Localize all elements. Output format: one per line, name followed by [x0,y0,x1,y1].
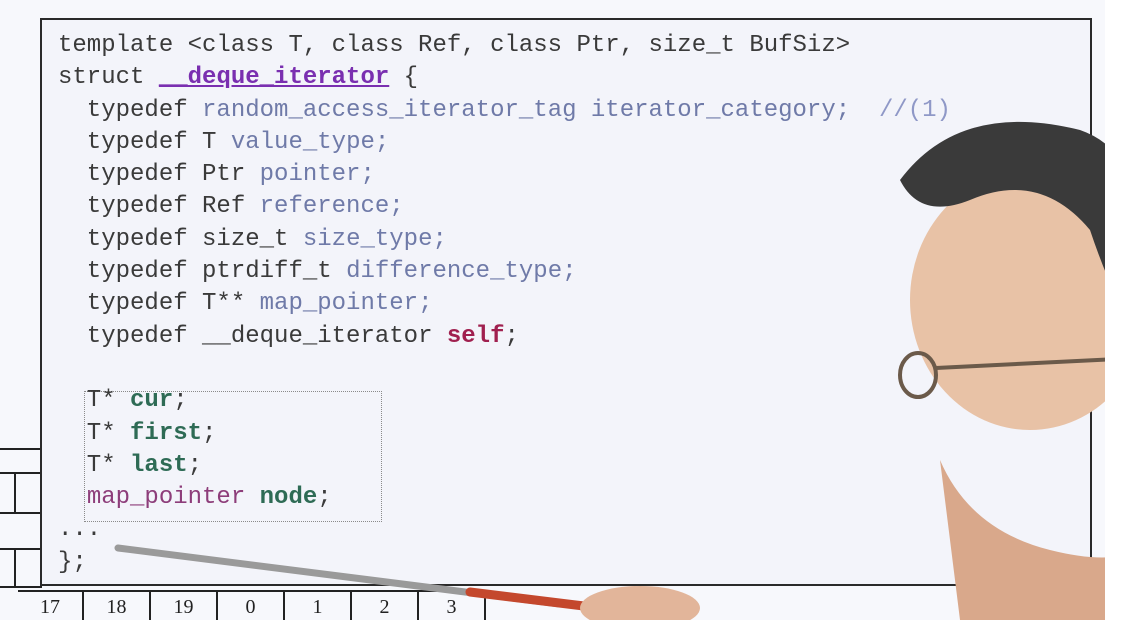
code-text: map_pointer [86,484,246,512]
code-line: T* last; [58,450,951,482]
member-field: first [130,419,203,447]
code-text: _ [706,32,721,59]
member-field: node [259,484,318,512]
code-text: ; [504,322,519,350]
pointer-handle [465,587,605,613]
index-cell: 2 [352,592,419,620]
typedef-keyword: typedef [58,161,203,189]
grid-line [14,472,16,512]
code-text: Ptr [202,161,260,189]
index-cell: 17 [18,592,84,620]
code-line: ... [58,514,951,546]
code-text: random_access_iterator_tag iterator_cate… [202,96,851,124]
hand-shape [580,586,700,620]
code-line: T* cur; [58,385,951,417]
code-text: ; [317,484,332,512]
typedef-keyword: typedef [58,193,203,221]
typedef-keyword: typedef [58,128,203,156]
video-frame: template <class T, class Ref, class Ptr,… [0,0,1138,620]
code-line: typedef ptrdiff_t difference_type; [58,256,951,288]
code-text: }; [58,548,87,576]
code-text: template <class T, class Ref, class Ptr,… [58,32,707,59]
code-line: map_pointer node; [58,482,951,514]
member-field: cur [130,387,174,415]
index-cell: 19 [151,592,218,620]
code-line: typedef T value_type; [58,127,951,159]
left-grid-fragment [0,448,42,590]
code-line: }; [58,547,951,579]
code-text: difference_type; [346,258,577,286]
code-text: map_pointer; [259,290,433,318]
code-text: Ref [202,193,260,221]
typedef-keyword: typedef [58,96,203,124]
code-text: value_type; [230,128,390,156]
buffer-index-strip: 17 18 19 0 1 2 3 [18,590,486,620]
code-text: T** [202,290,260,318]
code-text: { [389,64,419,92]
code-text: t BufSiz> [720,32,851,59]
frame-edge [1105,0,1138,620]
struct-name: __deque_iterator [158,64,390,92]
typedef-keyword: typedef [58,258,203,286]
code-listing: template <class T, class Ref, class Ptr,… [58,30,951,579]
code-text: T* [58,419,131,447]
code-line: typedef random_access_iterator_tag itera… [58,95,951,127]
grid-line [0,472,42,474]
self-keyword: self [446,322,505,350]
index-cell: 1 [285,592,352,620]
code-line: typedef size_t size_type; [58,224,951,256]
member-field: last [130,451,188,479]
code-line: T* first; [58,418,951,450]
code-text: ; [173,387,188,415]
code-text: size_type; [302,225,447,253]
code-text: __deque_iterator [202,322,447,350]
index-cell: 18 [84,592,151,620]
index-cell: 3 [419,592,486,620]
code-line: template <class T, class Ref, class Ptr,… [58,30,951,62]
code-text: reference; [259,193,404,221]
grid-line [0,548,42,550]
code-text: T* [58,451,131,479]
code-line: typedef __deque_iterator self; [58,321,951,353]
code-text: T [202,128,231,156]
typedef-keyword: typedef [58,322,203,350]
typedef-keyword: typedef [58,225,203,253]
code-text: pointer; [259,161,375,189]
grid-line [0,512,42,514]
presenter-illustration [898,121,1138,620]
typedef-keyword: typedef [58,290,203,318]
code-text: size_t [202,225,303,253]
code-text: struct [58,64,159,92]
grid-line [14,548,16,588]
grid-line [0,586,42,588]
code-text: ... [58,516,102,544]
code-text: ; [187,451,203,479]
code-line: typedef T** map_pointer; [58,288,951,320]
code-line: typedef Ptr pointer; [58,159,951,191]
code-text: ; [202,419,217,447]
code-text: ptrdiff_t [202,258,347,286]
code-text: T* [58,387,131,415]
code-line: struct __deque_iterator { [58,62,951,94]
code-line: typedef Ref reference; [58,191,951,223]
index-cell: 0 [218,592,285,620]
